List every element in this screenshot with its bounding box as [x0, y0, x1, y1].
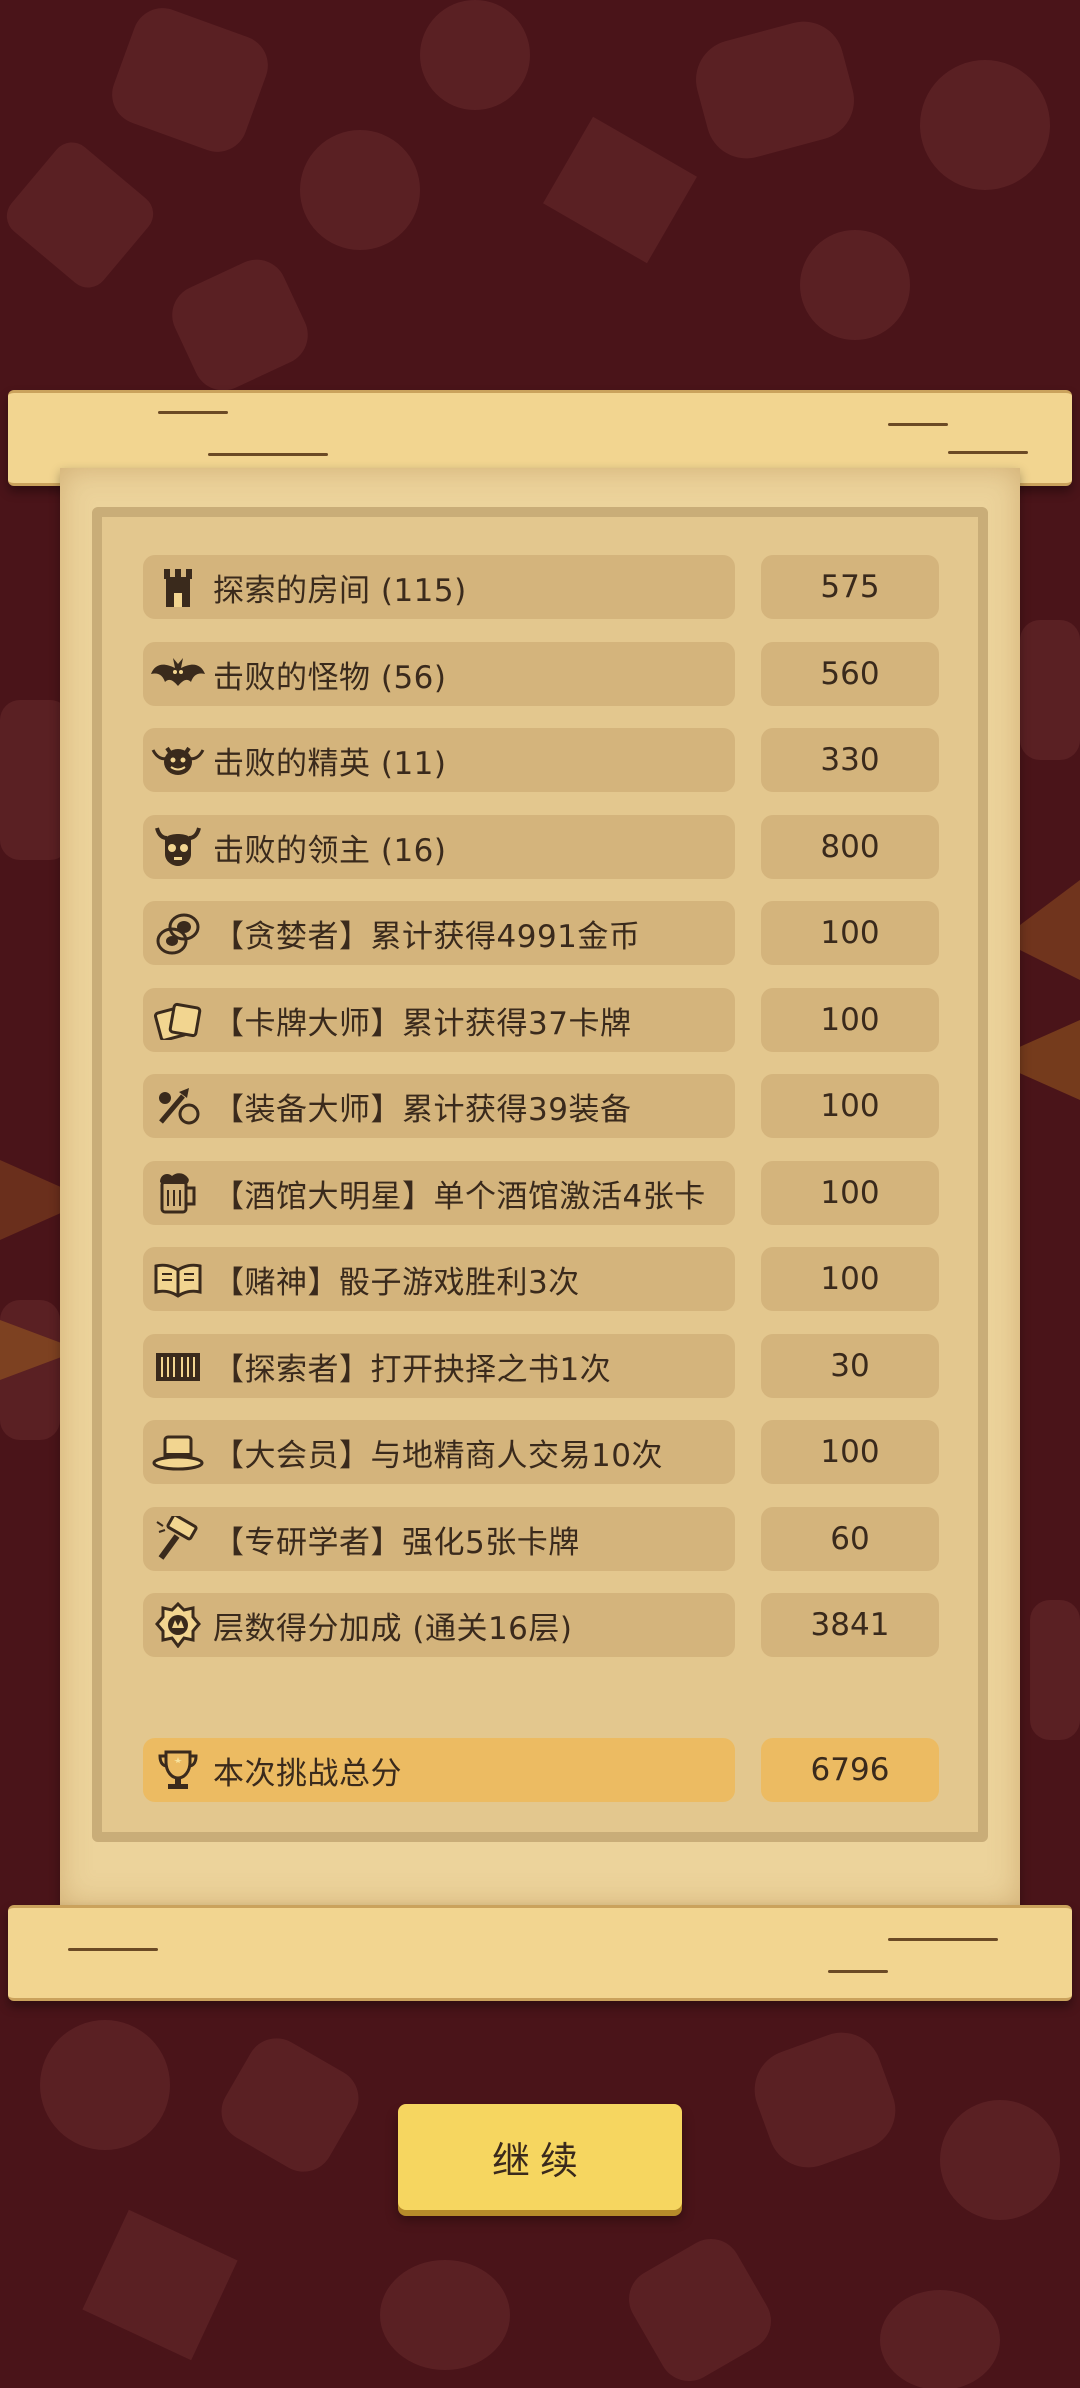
score-row: 【大会员】与地精商人交易10次 100 — [143, 1420, 939, 1484]
cards-icon — [149, 995, 207, 1045]
score-row-label: 探索的房间 (115) — [213, 572, 467, 609]
score-row-label: 【专研学者】强化5张卡牌 — [213, 1524, 580, 1561]
total-score-row: 本次挑战总分 6796 — [143, 1738, 939, 1802]
score-row: 【探索者】打开抉择之书1次 30 — [143, 1334, 939, 1398]
score-row-label: 【酒馆大明星】单个酒馆激活4张卡 — [213, 1178, 706, 1215]
score-row-value: 100 — [761, 1247, 939, 1311]
open-book-icon — [149, 1254, 207, 1304]
score-row-label: 【大会员】与地精商人交易10次 — [213, 1437, 663, 1474]
score-row: 【酒馆大明星】单个酒馆激活4张卡 100 — [143, 1161, 939, 1225]
bat-icon — [149, 649, 207, 699]
score-row: 探索的房间 (115) 575 — [143, 555, 939, 619]
hammer-icon — [149, 1514, 207, 1564]
score-row-value: 575 — [761, 555, 939, 619]
book-icon — [149, 1341, 207, 1391]
trophy-icon — [149, 1745, 207, 1795]
score-row-label: 击败的领主 (16) — [213, 832, 447, 869]
score-row: 层数得分加成 (通关16层) 3841 — [143, 1593, 939, 1657]
continue-button[interactable]: 继续 — [398, 2104, 682, 2210]
score-row: 击败的领主 (16) 800 — [143, 815, 939, 879]
score-row-value: 100 — [761, 1161, 939, 1225]
total-score-value: 6796 — [761, 1738, 939, 1802]
score-row: 【装备大师】累计获得39装备 100 — [143, 1074, 939, 1138]
score-row-label: 层数得分加成 (通关16层) — [213, 1610, 573, 1647]
beer-mug-icon — [149, 1168, 207, 1218]
score-row-value: 3841 — [761, 1593, 939, 1657]
score-row-label: 【贪婪者】累计获得4991金币 — [213, 918, 641, 955]
score-row-label: 【探索者】打开抉择之书1次 — [213, 1351, 612, 1388]
score-row-value: 60 — [761, 1507, 939, 1571]
score-row-value: 330 — [761, 728, 939, 792]
total-score-label: 本次挑战总分 — [213, 1755, 402, 1792]
score-row-value: 30 — [761, 1334, 939, 1398]
score-row-value: 560 — [761, 642, 939, 706]
scroll-bottom-roll — [8, 1905, 1072, 2001]
score-row: 【专研学者】强化5张卡牌 60 — [143, 1507, 939, 1571]
score-row: 击败的精英 (11) 330 — [143, 728, 939, 792]
top-hat-icon — [149, 1427, 207, 1477]
coins-icon — [149, 908, 207, 958]
score-row-value: 100 — [761, 901, 939, 965]
tower-icon — [149, 562, 207, 612]
equipment-icon — [149, 1081, 207, 1131]
floor-badge-icon — [149, 1600, 207, 1650]
score-row: 【赌神】骰子游戏胜利3次 100 — [143, 1247, 939, 1311]
score-row-label: 【装备大师】累计获得39装备 — [213, 1091, 632, 1128]
boss-skull-icon — [149, 822, 207, 872]
score-row-value: 100 — [761, 1420, 939, 1484]
score-row-label: 【卡牌大师】累计获得37卡牌 — [213, 1005, 632, 1042]
score-row-label: 击败的精英 (11) — [213, 745, 447, 782]
score-row-label: 击败的怪物 (56) — [213, 659, 447, 696]
demon-icon — [149, 735, 207, 785]
score-row: 【卡牌大师】累计获得37卡牌 100 — [143, 988, 939, 1052]
score-row: 【贪婪者】累计获得4991金币 100 — [143, 901, 939, 965]
score-row-value: 100 — [761, 988, 939, 1052]
score-row-value: 100 — [761, 1074, 939, 1138]
score-row: 击败的怪物 (56) 560 — [143, 642, 939, 706]
score-row-label: 【赌神】骰子游戏胜利3次 — [213, 1264, 580, 1301]
score-row-value: 800 — [761, 815, 939, 879]
